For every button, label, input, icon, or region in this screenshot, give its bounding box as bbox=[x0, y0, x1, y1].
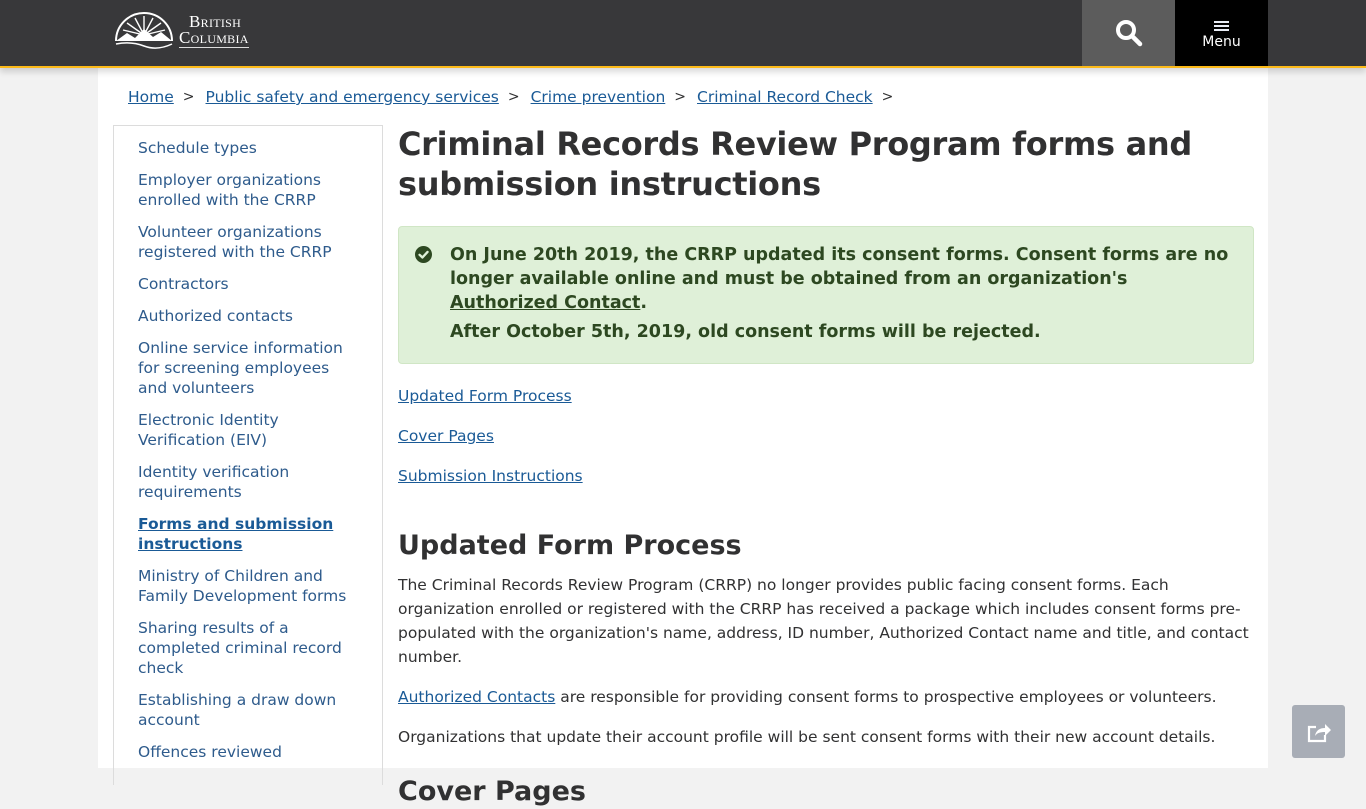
breadcrumb-separator: > bbox=[674, 89, 687, 105]
breadcrumb-public-safety[interactable]: Public safety and emergency services bbox=[206, 88, 499, 106]
jump-link-submission-instructions[interactable]: Submission Instructions bbox=[398, 466, 583, 486]
sidenav-item-draw-down-account[interactable]: Establishing a draw down account bbox=[138, 690, 363, 730]
breadcrumb: Home > Public safety and emergency servi… bbox=[128, 88, 904, 106]
sidenav-item-contractors[interactable]: Contractors bbox=[138, 274, 363, 294]
alert-message: On June 20th 2019, the CRRP updated its … bbox=[450, 243, 1233, 363]
share-button[interactable] bbox=[1292, 705, 1345, 758]
sidenav-item-forms-and-submission[interactable]: Forms and submission instructions bbox=[138, 514, 363, 554]
menu-label: Menu bbox=[1202, 33, 1241, 50]
section-heading-updated-form-process: Updated Form Process bbox=[398, 530, 742, 561]
breadcrumb-home[interactable]: Home bbox=[128, 88, 174, 106]
bc-gov-logo[interactable]: British Columbia bbox=[113, 9, 273, 53]
share-icon bbox=[1307, 723, 1331, 742]
section-paragraph: Organizations that update their account … bbox=[398, 728, 1216, 746]
menu-button[interactable]: Menu bbox=[1175, 0, 1268, 66]
sidenav-item-sharing-results[interactable]: Sharing results of a completed criminal … bbox=[138, 618, 363, 678]
sidenav-item-volunteer-organizations[interactable]: Volunteer organizations registered with … bbox=[138, 222, 363, 262]
paragraph-text: are responsible for providing consent fo… bbox=[555, 688, 1217, 706]
breadcrumb-separator: > bbox=[182, 89, 195, 105]
page-container: Home > Public safety and emergency servi… bbox=[98, 68, 1268, 807]
authorized-contact-link[interactable]: Authorized Contact bbox=[450, 293, 640, 313]
logo-line-2: Columbia bbox=[179, 28, 249, 48]
jump-link-updated-form-process[interactable]: Updated Form Process bbox=[398, 386, 572, 406]
check-circle-icon bbox=[415, 246, 432, 263]
sidenav-item-mcfd-forms[interactable]: Ministry of Children and Family Developm… bbox=[138, 566, 363, 606]
sidenav-item-schedule-types[interactable]: Schedule types bbox=[138, 138, 363, 158]
hamburger-icon bbox=[1214, 20, 1229, 31]
search-button[interactable] bbox=[1082, 0, 1175, 66]
sidenav-item-online-service-information[interactable]: Online service information for screening… bbox=[138, 338, 363, 398]
sidenav-item-employer-organizations[interactable]: Employer organizations enrolled with the… bbox=[138, 170, 363, 210]
alert-line-1: On June 20th 2019, the CRRP updated its … bbox=[450, 243, 1233, 315]
breadcrumb-crime-prevention[interactable]: Crime prevention bbox=[531, 88, 666, 106]
sidenav-item-identity-verification-requirements[interactable]: Identity verification requirements bbox=[138, 462, 363, 502]
sidenav-item-authorized-contacts[interactable]: Authorized contacts bbox=[138, 306, 363, 326]
site-header: British Columbia Menu bbox=[0, 0, 1366, 68]
alert-line-2: After October 5th, 2019, old consent for… bbox=[450, 322, 1041, 342]
section-paragraph: Authorized Contacts are responsible for … bbox=[398, 685, 1254, 709]
alert-text-end: . bbox=[640, 293, 648, 313]
main-content: Criminal Records Review Program forms an… bbox=[398, 124, 1254, 809]
sidenav-item-electronic-identity-verification[interactable]: Electronic Identity Verification (EIV) bbox=[138, 410, 363, 450]
success-alert: On June 20th 2019, the CRRP updated its … bbox=[398, 226, 1254, 364]
search-icon bbox=[1115, 20, 1142, 47]
breadcrumb-criminal-record-check[interactable]: Criminal Record Check bbox=[697, 88, 873, 106]
authorized-contacts-link[interactable]: Authorized Contacts bbox=[398, 688, 555, 706]
jump-links: Updated Form Process Cover Pages Submiss… bbox=[398, 386, 1254, 486]
logo-wordmark: British Columbia bbox=[179, 13, 249, 48]
sun-mountain-logo-icon bbox=[115, 12, 173, 49]
section-heading-cover-pages: Cover Pages bbox=[398, 776, 586, 807]
breadcrumb-separator: > bbox=[881, 89, 894, 105]
page-title: Criminal Records Review Program forms an… bbox=[398, 125, 1192, 203]
alert-text: On June 20th 2019, the CRRP updated its … bbox=[450, 245, 1229, 289]
section-paragraph: The Criminal Records Review Program (CRR… bbox=[398, 576, 1249, 666]
jump-link-cover-pages[interactable]: Cover Pages bbox=[398, 426, 494, 446]
sidenav-item-offences-reviewed[interactable]: Offences reviewed bbox=[138, 742, 363, 762]
side-navigation: Schedule types Employer organizations en… bbox=[113, 125, 383, 785]
breadcrumb-separator: > bbox=[507, 89, 520, 105]
